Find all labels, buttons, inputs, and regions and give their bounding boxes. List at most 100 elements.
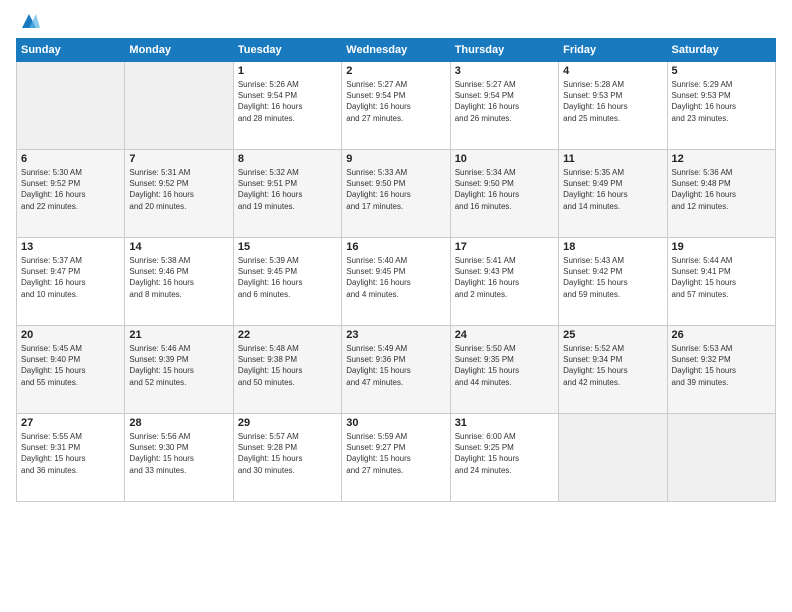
day-info: Sunrise: 5:33 AM Sunset: 9:50 PM Dayligh… bbox=[346, 167, 445, 212]
day-number: 28 bbox=[129, 417, 228, 429]
calendar-cell: 9 Sunrise: 5:33 AM Sunset: 9:50 PM Daylig… bbox=[342, 150, 450, 238]
day-info: Sunrise: 5:45 AM Sunset: 9:40 PM Dayligh… bbox=[21, 343, 120, 388]
day-number: 13 bbox=[21, 241, 120, 253]
day-info: Sunrise: 5:34 AM Sunset: 9:50 PM Dayligh… bbox=[455, 167, 554, 212]
day-info: Sunrise: 5:27 AM Sunset: 9:54 PM Dayligh… bbox=[455, 79, 554, 124]
day-info: Sunrise: 5:50 AM Sunset: 9:35 PM Dayligh… bbox=[455, 343, 554, 388]
day-info: Sunrise: 5:27 AM Sunset: 9:54 PM Dayligh… bbox=[346, 79, 445, 124]
day-info: Sunrise: 5:49 AM Sunset: 9:36 PM Dayligh… bbox=[346, 343, 445, 388]
calendar-cell: 5 Sunrise: 5:29 AM Sunset: 9:53 PM Daylig… bbox=[667, 62, 775, 150]
calendar-cell: 14 Sunrise: 5:38 AM Sunset: 9:46 PM Dayli… bbox=[125, 238, 233, 326]
calendar-cell: 25 Sunrise: 5:52 AM Sunset: 9:34 PM Dayli… bbox=[559, 326, 667, 414]
weekday-header-wednesday: Wednesday bbox=[342, 39, 450, 62]
day-info: Sunrise: 5:28 AM Sunset: 9:53 PM Dayligh… bbox=[563, 79, 662, 124]
calendar-cell: 10 Sunrise: 5:34 AM Sunset: 9:50 PM Dayli… bbox=[450, 150, 558, 238]
day-info: Sunrise: 5:44 AM Sunset: 9:41 PM Dayligh… bbox=[672, 255, 771, 300]
day-info: Sunrise: 5:26 AM Sunset: 9:54 PM Dayligh… bbox=[238, 79, 337, 124]
calendar-cell: 2 Sunrise: 5:27 AM Sunset: 9:54 PM Daylig… bbox=[342, 62, 450, 150]
day-number: 26 bbox=[672, 329, 771, 341]
calendar-cell: 22Sunrise: 5:48 AM Sunset: 9:38 PM Dayli… bbox=[233, 326, 341, 414]
day-number: 7 bbox=[129, 153, 228, 165]
calendar-cell: 28 Sunrise: 5:56 AM Sunset: 9:30 PM Dayli… bbox=[125, 414, 233, 502]
day-info: Sunrise: 5:40 AM Sunset: 9:45 PM Dayligh… bbox=[346, 255, 445, 300]
calendar-cell: 26 Sunrise: 5:53 AM Sunset: 9:32 PM Dayli… bbox=[667, 326, 775, 414]
day-number: 20 bbox=[21, 329, 120, 341]
day-number: 8 bbox=[238, 153, 337, 165]
day-info: Sunrise: 5:38 AM Sunset: 9:46 PM Dayligh… bbox=[129, 255, 228, 300]
calendar-cell: 1 Sunrise: 5:26 AM Sunset: 9:54 PM Daylig… bbox=[233, 62, 341, 150]
day-number: 14 bbox=[129, 241, 228, 253]
calendar-cell: 19 Sunrise: 5:44 AM Sunset: 9:41 PM Dayli… bbox=[667, 238, 775, 326]
calendar-cell bbox=[17, 62, 125, 150]
day-info: Sunrise: 5:32 AM Sunset: 9:51 PM Dayligh… bbox=[238, 167, 337, 212]
day-info: Sunrise: 5:46 AM Sunset: 9:39 PM Dayligh… bbox=[129, 343, 228, 388]
day-number: 23 bbox=[346, 329, 445, 341]
calendar-cell bbox=[125, 62, 233, 150]
day-info: Sunrise: 6:00 AM Sunset: 9:25 PM Dayligh… bbox=[455, 431, 554, 476]
calendar-cell: 4 Sunrise: 5:28 AM Sunset: 9:53 PM Daylig… bbox=[559, 62, 667, 150]
day-info: Sunrise: 5:53 AM Sunset: 9:32 PM Dayligh… bbox=[672, 343, 771, 388]
day-info: Sunrise: 5:52 AM Sunset: 9:34 PM Dayligh… bbox=[563, 343, 662, 388]
day-number: 11 bbox=[563, 153, 662, 165]
calendar-cell: 15 Sunrise: 5:39 AM Sunset: 9:45 PM Dayli… bbox=[233, 238, 341, 326]
day-info: Sunrise: 5:59 AM Sunset: 9:27 PM Dayligh… bbox=[346, 431, 445, 476]
calendar-cell: 18 Sunrise: 5:43 AM Sunset: 9:42 PM Dayli… bbox=[559, 238, 667, 326]
calendar-cell: 13 Sunrise: 5:37 AM Sunset: 9:47 PM Dayli… bbox=[17, 238, 125, 326]
day-number: 4 bbox=[563, 65, 662, 77]
calendar-cell: 16 Sunrise: 5:40 AM Sunset: 9:45 PM Dayli… bbox=[342, 238, 450, 326]
day-number: 22 bbox=[238, 329, 337, 341]
day-info: Sunrise: 5:56 AM Sunset: 9:30 PM Dayligh… bbox=[129, 431, 228, 476]
calendar-cell: 12Sunrise: 5:36 AM Sunset: 9:48 PM Dayli… bbox=[667, 150, 775, 238]
day-info: Sunrise: 5:29 AM Sunset: 9:53 PM Dayligh… bbox=[672, 79, 771, 124]
calendar-cell: 6 Sunrise: 5:30 AM Sunset: 9:52 PM Daylig… bbox=[17, 150, 125, 238]
calendar-cell: 11 Sunrise: 5:35 AM Sunset: 9:49 PM Dayli… bbox=[559, 150, 667, 238]
weekday-header-sunday: Sunday bbox=[17, 39, 125, 62]
day-number: 12 bbox=[672, 153, 771, 165]
calendar-cell: 23 Sunrise: 5:49 AM Sunset: 9:36 PM Dayli… bbox=[342, 326, 450, 414]
day-info: Sunrise: 5:30 AM Sunset: 9:52 PM Dayligh… bbox=[21, 167, 120, 212]
calendar-cell: 3Sunrise: 5:27 AM Sunset: 9:54 PM Daylig… bbox=[450, 62, 558, 150]
day-number: 16 bbox=[346, 241, 445, 253]
day-info: Sunrise: 5:37 AM Sunset: 9:47 PM Dayligh… bbox=[21, 255, 120, 300]
day-info: Sunrise: 5:35 AM Sunset: 9:49 PM Dayligh… bbox=[563, 167, 662, 212]
calendar-cell: 7 Sunrise: 5:31 AM Sunset: 9:52 PM Daylig… bbox=[125, 150, 233, 238]
calendar-cell: 30 Sunrise: 5:59 AM Sunset: 9:27 PM Dayli… bbox=[342, 414, 450, 502]
calendar-header bbox=[16, 12, 776, 30]
logo-icon bbox=[18, 12, 40, 30]
day-number: 29 bbox=[238, 417, 337, 429]
day-number: 5 bbox=[672, 65, 771, 77]
day-number: 1 bbox=[238, 65, 337, 77]
weekday-header-monday: Monday bbox=[125, 39, 233, 62]
day-info: Sunrise: 5:57 AM Sunset: 9:28 PM Dayligh… bbox=[238, 431, 337, 476]
day-number: 30 bbox=[346, 417, 445, 429]
day-number: 19 bbox=[672, 241, 771, 253]
day-number: 9 bbox=[346, 153, 445, 165]
logo bbox=[16, 12, 40, 30]
day-number: 27 bbox=[21, 417, 120, 429]
calendar-cell: 27 Sunrise: 5:55 AM Sunset: 9:31 PM Dayli… bbox=[17, 414, 125, 502]
day-number: 21 bbox=[129, 329, 228, 341]
day-number: 6 bbox=[21, 153, 120, 165]
day-info: Sunrise: 5:41 AM Sunset: 9:43 PM Dayligh… bbox=[455, 255, 554, 300]
day-number: 10 bbox=[455, 153, 554, 165]
calendar-cell bbox=[559, 414, 667, 502]
calendar-cell: 24Sunrise: 5:50 AM Sunset: 9:35 PM Dayli… bbox=[450, 326, 558, 414]
day-info: Sunrise: 5:31 AM Sunset: 9:52 PM Dayligh… bbox=[129, 167, 228, 212]
weekday-header-thursday: Thursday bbox=[450, 39, 558, 62]
calendar-cell bbox=[667, 414, 775, 502]
day-info: Sunrise: 5:43 AM Sunset: 9:42 PM Dayligh… bbox=[563, 255, 662, 300]
day-info: Sunrise: 5:39 AM Sunset: 9:45 PM Dayligh… bbox=[238, 255, 337, 300]
calendar-cell: 21 Sunrise: 5:46 AM Sunset: 9:39 PM Dayli… bbox=[125, 326, 233, 414]
calendar-table: SundayMondayTuesdayWednesdayThursdayFrid… bbox=[16, 38, 776, 502]
calendar-cell: 17 Sunrise: 5:41 AM Sunset: 9:43 PM Dayli… bbox=[450, 238, 558, 326]
day-number: 25 bbox=[563, 329, 662, 341]
day-number: 17 bbox=[455, 241, 554, 253]
day-number: 15 bbox=[238, 241, 337, 253]
day-number: 2 bbox=[346, 65, 445, 77]
day-number: 31 bbox=[455, 417, 554, 429]
day-info: Sunrise: 5:55 AM Sunset: 9:31 PM Dayligh… bbox=[21, 431, 120, 476]
day-number: 18 bbox=[563, 241, 662, 253]
weekday-header-tuesday: Tuesday bbox=[233, 39, 341, 62]
calendar-cell: 20 Sunrise: 5:45 AM Sunset: 9:40 PM Dayli… bbox=[17, 326, 125, 414]
calendar-cell: 8 Sunrise: 5:32 AM Sunset: 9:51 PM Daylig… bbox=[233, 150, 341, 238]
